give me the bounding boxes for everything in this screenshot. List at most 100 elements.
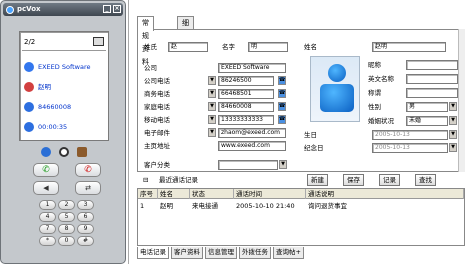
- key-6[interactable]: 6: [77, 212, 94, 222]
- business-phone-label: 商务电话: [144, 90, 170, 98]
- avatar-head-icon: [328, 64, 346, 82]
- nickname-label: 昵称: [368, 61, 381, 69]
- home-phone-field[interactable]: 84660008: [218, 102, 274, 112]
- query-button[interactable]: 查找: [415, 174, 436, 186]
- camera-icon[interactable]: [93, 37, 104, 46]
- clock-icon: [24, 122, 34, 132]
- english-name-label: 英文名称: [368, 75, 394, 83]
- dial-office-phone-icon[interactable]: ☎: [278, 76, 286, 85]
- home-phone-dropdown[interactable]: ▼: [208, 102, 216, 111]
- key-8[interactable]: 8: [58, 224, 75, 234]
- birthday-dropdown-icon[interactable]: ▼: [449, 130, 457, 139]
- anniversary-label: 纪念日: [304, 144, 324, 152]
- contact-form: 姓氏 赵 名字 明 姓名 赵明 公司 EXEED Software 公司电话 ▼…: [137, 29, 465, 172]
- record-button[interactable]: 记录: [379, 174, 400, 186]
- col-name[interactable]: 姓名: [158, 189, 190, 199]
- cell-status[interactable]: 来电接通: [190, 201, 218, 211]
- english-name-field[interactable]: [406, 74, 458, 84]
- answer-call-button[interactable]: ✆: [33, 163, 59, 177]
- office-phone-field[interactable]: 86246500: [218, 76, 274, 86]
- key-0[interactable]: 0: [58, 236, 75, 246]
- key-2[interactable]: 2: [58, 200, 75, 210]
- contact-row-number[interactable]: 84660008: [24, 100, 71, 114]
- key-9[interactable]: 9: [77, 224, 94, 234]
- nickname-field[interactable]: [406, 60, 458, 70]
- form-scrollbar[interactable]: [458, 29, 465, 172]
- table-header: 序号 姓名 状态 通话时间 通话说明: [138, 189, 464, 199]
- tab-call-log[interactable]: 电话记录: [137, 247, 169, 259]
- col-index[interactable]: 序号: [138, 189, 158, 199]
- contact-row-name[interactable]: 赵明: [24, 80, 51, 94]
- mobile-field[interactable]: 13333333333: [218, 115, 274, 125]
- key-4[interactable]: 4: [39, 212, 56, 222]
- homepage-label: 主页地址: [144, 142, 170, 150]
- cell-time[interactable]: 2005-10-10 21:40: [234, 201, 295, 211]
- col-status[interactable]: 状态: [190, 189, 234, 199]
- mobile-label: 移动电话: [144, 116, 170, 124]
- given-name-field[interactable]: 明: [248, 42, 288, 52]
- tab-general[interactable]: 常规资料: [137, 16, 154, 66]
- search-icon[interactable]: [59, 147, 69, 157]
- hangup-call-button[interactable]: ✆: [75, 163, 101, 177]
- tab-details[interactable]: 细节资料: [177, 16, 194, 66]
- home-phone-label: 家庭电话: [144, 103, 170, 111]
- new-button[interactable]: 新建: [307, 174, 328, 186]
- cell-index[interactable]: 1: [138, 201, 144, 211]
- birthday-field[interactable]: 2005-10-13: [372, 130, 448, 140]
- cell-note[interactable]: 询问退货事宜: [306, 201, 347, 211]
- minimize-icon[interactable]: _: [103, 5, 111, 13]
- homepage-field[interactable]: www.exeed.com: [218, 141, 286, 151]
- key-1[interactable]: 1: [39, 200, 56, 210]
- key-7[interactable]: 7: [39, 224, 56, 234]
- customer-panel: 常规资料 细节资料 姓氏 赵 名字 明 姓名 赵明 公司 EXEED Softw…: [128, 0, 474, 264]
- office-phone-dropdown[interactable]: ▼: [208, 76, 216, 85]
- contact-row-company[interactable]: EXEED Software: [24, 60, 91, 74]
- tab-query[interactable]: 查询帖+: [273, 247, 304, 259]
- transfer-button[interactable]: ⇄: [75, 181, 101, 195]
- anniversary-dropdown-icon[interactable]: ▼: [449, 143, 457, 152]
- marital-select[interactable]: 未婚: [406, 116, 448, 126]
- marital-dropdown-icon[interactable]: ▼: [449, 116, 457, 125]
- col-time[interactable]: 通话时间: [234, 189, 306, 199]
- tab-info[interactable]: 信息管理: [205, 247, 237, 259]
- key-3[interactable]: 3: [77, 200, 94, 210]
- dial-mobile-icon[interactable]: ☎: [278, 115, 286, 124]
- key-hash[interactable]: #: [77, 236, 94, 246]
- business-phone-field[interactable]: 66468501: [218, 89, 274, 99]
- tab-customer[interactable]: 客户资料: [171, 247, 203, 259]
- tab-outbound[interactable]: 外拨任务: [239, 247, 271, 259]
- volume-button[interactable]: ◀: [33, 181, 59, 195]
- mobile-dropdown[interactable]: ▼: [208, 115, 216, 124]
- gender-dropdown-icon[interactable]: ▼: [449, 102, 457, 111]
- key-5[interactable]: 5: [58, 212, 75, 222]
- business-phone-dropdown[interactable]: ▼: [208, 89, 216, 98]
- avatar[interactable]: [310, 56, 360, 122]
- fullname-field[interactable]: 赵明: [372, 42, 446, 52]
- gender-select[interactable]: 男: [406, 102, 448, 112]
- email-label: 电子邮件: [144, 129, 170, 137]
- company-field[interactable]: EXEED Software: [218, 63, 286, 73]
- category-dropdown-icon[interactable]: ▼: [279, 160, 287, 169]
- col-note[interactable]: 通话说明: [306, 189, 464, 199]
- phone-panel: pcVox _ × 2/2 EXEED Software 赵明 84660008…: [0, 0, 126, 264]
- globe-icon: [24, 62, 34, 72]
- collapse-icon[interactable]: ⊟: [143, 175, 148, 185]
- contact-icon: [24, 82, 34, 92]
- key-star[interactable]: *: [39, 236, 56, 246]
- email-dropdown[interactable]: ▼: [208, 128, 216, 137]
- tools-icon[interactable]: [77, 147, 87, 157]
- email-field[interactable]: zhaom@exeed.com: [218, 128, 286, 138]
- save-button[interactable]: 保存: [343, 174, 364, 186]
- category-select[interactable]: [218, 160, 278, 170]
- anniversary-field[interactable]: 2005-10-13: [372, 143, 448, 153]
- office-phone-label: 公司电话: [144, 77, 170, 85]
- title-label: 称谓: [368, 89, 381, 97]
- phone-screen: 2/2 EXEED Software 赵明 84660008 00:00:35: [19, 31, 109, 141]
- close-icon[interactable]: ×: [113, 5, 121, 13]
- contacts-book-icon[interactable]: [41, 147, 51, 157]
- cell-name[interactable]: 赵明: [158, 201, 173, 211]
- dial-business-phone-icon[interactable]: ☎: [278, 89, 286, 98]
- dial-home-phone-icon[interactable]: ☎: [278, 102, 286, 111]
- title-field[interactable]: [406, 88, 458, 98]
- surname-field[interactable]: 赵: [168, 42, 208, 52]
